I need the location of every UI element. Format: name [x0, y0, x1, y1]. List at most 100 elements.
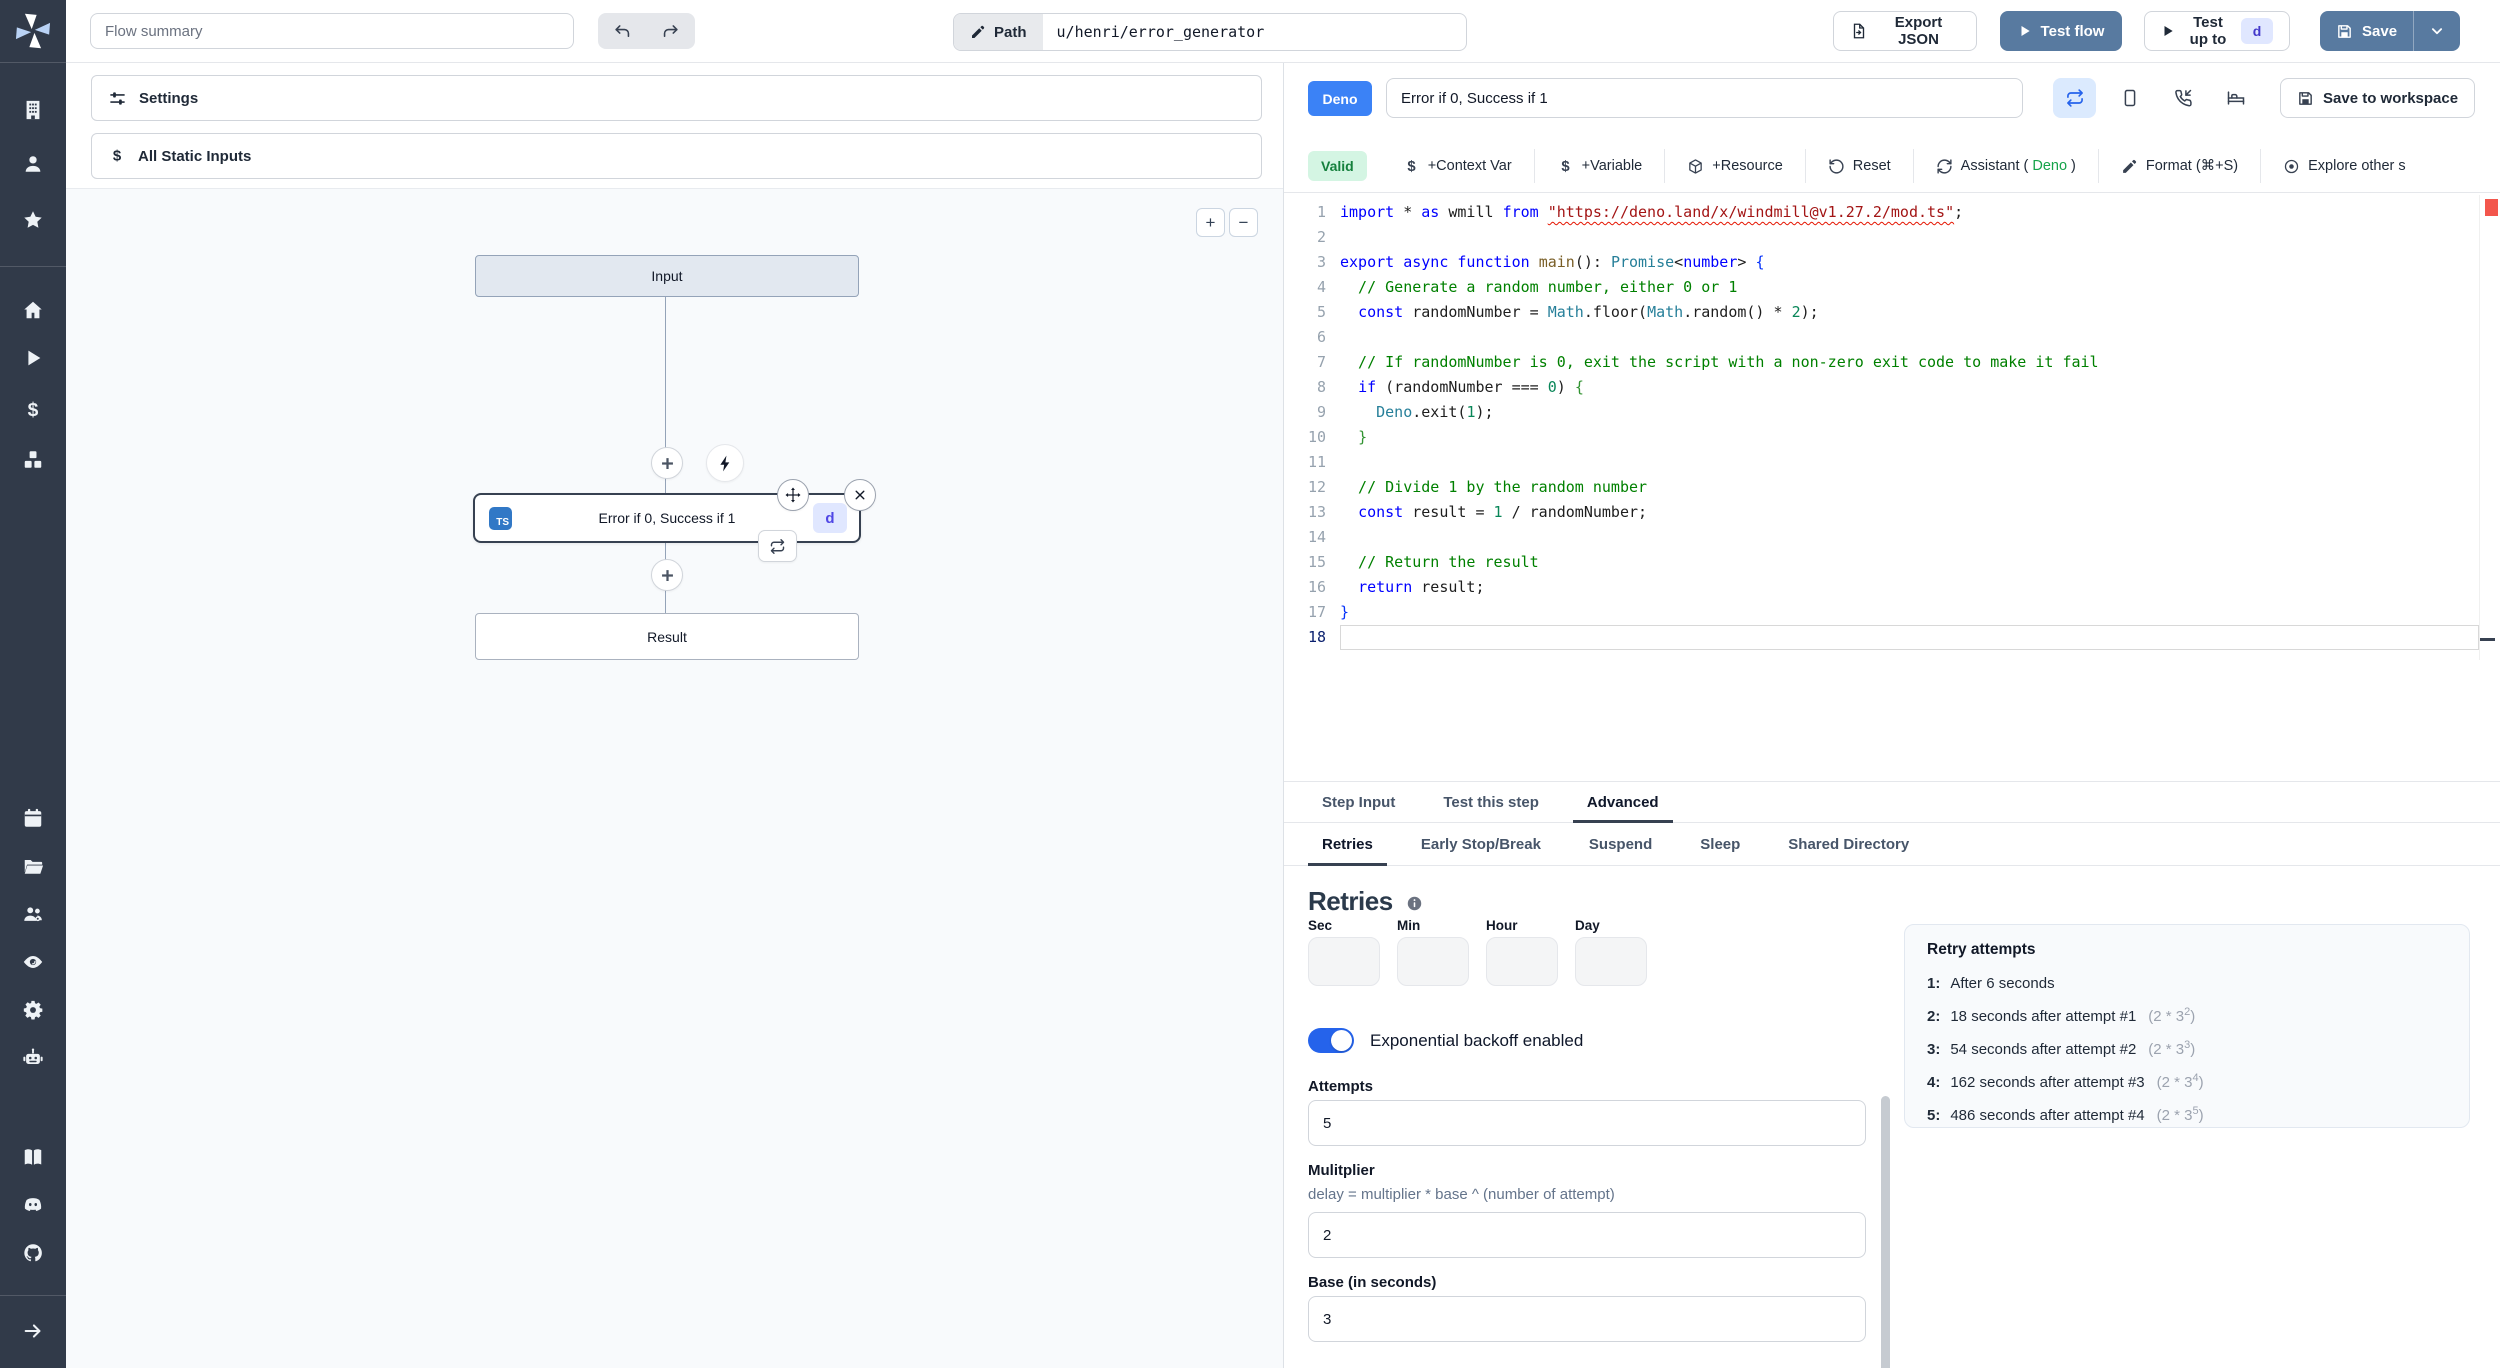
undo-button[interactable] — [598, 13, 647, 49]
toolbar-reset-button[interactable]: Reset — [1804, 149, 1913, 183]
subtab-suspend[interactable]: Suspend — [1575, 823, 1666, 865]
sidebar: $ — [0, 0, 66, 1368]
save-button[interactable]: Save — [2320, 11, 2414, 51]
retry-hour-input[interactable] — [1486, 937, 1558, 986]
sleep-shortcut-button[interactable] — [2214, 78, 2257, 118]
toolbar-add-context-var-button[interactable]: $ +Context Var — [1381, 149, 1534, 183]
typescript-badge: TS — [489, 506, 512, 530]
sidebar-item-groups[interactable] — [13, 894, 53, 934]
flow-canvas[interactable]: + − Input TS Error if 0, Success if 1 d — [66, 188, 1283, 1368]
tab-advanced[interactable]: Advanced — [1572, 782, 1673, 823]
subtab-shared-directory[interactable]: Shared Directory — [1774, 823, 1923, 865]
path-field[interactable]: Path u/henri/error_generator — [953, 13, 1467, 51]
all-static-inputs-button[interactable]: $ All Static Inputs — [91, 133, 1262, 179]
toolbar-format-button[interactable]: Format (⌘+S) — [2097, 149, 2260, 183]
line-number: 15 — [1307, 553, 1326, 571]
sidebar-item-docs[interactable] — [13, 1137, 53, 1177]
sidebar-item-schedules[interactable] — [13, 798, 53, 838]
play-icon — [22, 347, 44, 369]
zoom-out-button[interactable]: − — [1229, 208, 1258, 237]
dollar-icon: $ — [1557, 158, 1574, 175]
zoom-in-button[interactable]: + — [1196, 208, 1225, 237]
info-icon[interactable] — [1406, 895, 1423, 912]
tab-step-input[interactable]: Step Input — [1308, 782, 1409, 822]
sidebar-item-expand[interactable] — [13, 1311, 53, 1351]
sidebar-item-workspace[interactable] — [13, 90, 53, 130]
save-options-button[interactable] — [2413, 11, 2461, 51]
base-input[interactable] — [1308, 1296, 1866, 1342]
code-line: return result; — [1358, 578, 1485, 596]
target-icon — [2283, 158, 2300, 175]
save-icon — [2336, 23, 2353, 40]
flow-summary-input[interactable] — [90, 13, 574, 49]
subtab-retries[interactable]: Retries — [1308, 823, 1387, 866]
sidebar-item-workers[interactable] — [13, 1038, 53, 1078]
repeat-icon — [2065, 88, 2085, 108]
subtab-sleep[interactable]: Sleep — [1686, 823, 1754, 865]
code-line — [1340, 625, 2479, 650]
subtab-early-stop-break[interactable]: Early Stop/Break — [1407, 823, 1555, 865]
add-step-button-bottom[interactable] — [651, 559, 683, 591]
sidebar-item-favorites[interactable] — [13, 200, 53, 240]
sidebar-item-discord[interactable] — [13, 1185, 53, 1225]
attempts-input[interactable] — [1308, 1100, 1866, 1146]
scrollbar-thumb[interactable] — [1881, 1096, 1890, 1368]
package-icon — [1687, 158, 1704, 175]
input-node[interactable]: Input — [475, 255, 859, 297]
suspend-shortcut-button[interactable] — [2161, 78, 2204, 118]
retry-attempt-row: 5: 486 seconds after attempt #4 (2 * 35) — [1927, 1105, 2204, 1124]
retry-sec-input[interactable] — [1308, 937, 1380, 986]
sidebar-item-audit-logs[interactable] — [13, 942, 53, 982]
sidebar-item-github[interactable] — [13, 1233, 53, 1273]
sidebar-item-runs[interactable] — [13, 338, 53, 378]
plus-icon — [660, 456, 675, 471]
sidebar-item-folders[interactable] — [13, 846, 53, 886]
windmill-logo-icon[interactable] — [11, 9, 55, 53]
add-step-button-top[interactable] — [651, 447, 683, 479]
move-step-button[interactable] — [777, 479, 809, 511]
toolbar-explore-button[interactable]: Explore other s — [2260, 149, 2428, 183]
sidebar-item-variables[interactable]: $ — [13, 390, 53, 430]
code-line: // Generate a random number, either 0 or… — [1340, 278, 1738, 296]
sidebar-item-user[interactable] — [13, 144, 53, 184]
trigger-button[interactable] — [706, 444, 744, 482]
save-to-workspace-button[interactable]: Save to workspace — [2280, 78, 2476, 118]
retry-day-input[interactable] — [1575, 937, 1647, 986]
retries-title: Retries — [1308, 886, 1393, 916]
sidebar-item-settings[interactable] — [13, 990, 53, 1030]
line-number: 14 — [1307, 528, 1326, 546]
star-icon — [22, 209, 44, 231]
retry-attempt-row: 3: 54 seconds after attempt #2 (2 * 33) — [1927, 1039, 2196, 1058]
sidebar-item-home[interactable] — [13, 290, 53, 330]
delete-step-button[interactable] — [844, 479, 876, 511]
retry-attempt-row: 1: After 6 seconds — [1927, 975, 2055, 992]
reset-icon — [1828, 158, 1845, 175]
tab-test-this-step[interactable]: Test this step — [1429, 782, 1553, 822]
sidebar-item-resources[interactable] — [13, 440, 53, 480]
dollar-icon: $ — [108, 147, 126, 165]
svg-text:$: $ — [1407, 159, 1416, 175]
exponential-backoff-toggle[interactable] — [1308, 1028, 1354, 1053]
toolbar-add-resource-button[interactable]: +Resource — [1664, 149, 1805, 183]
test-flow-button[interactable]: Test flow — [2000, 11, 2122, 51]
test-up-to-button[interactable]: Test up to d — [2144, 11, 2290, 51]
retries-shortcut-button[interactable] — [2053, 78, 2096, 118]
code-line: // Divide 1 by the random number — [1340, 478, 1648, 496]
toolbar-add-variable-button[interactable]: $ +Variable — [1533, 149, 1665, 183]
early-stop-shortcut-button[interactable] — [2108, 78, 2151, 118]
discord-icon — [22, 1194, 44, 1216]
code-editor[interactable]: 1 2 3 4 5 6 7 8 9 10 11 12 13 14 15 16 17 18 import * as … — [1284, 195, 2500, 660]
folder-icon — [22, 855, 44, 877]
step-name-input[interactable] — [1386, 78, 2023, 118]
code-lines: import * as wmill from "https://deno.lan… — [1340, 200, 2479, 650]
retry-min-input[interactable] — [1397, 937, 1469, 986]
multiplier-input[interactable] — [1308, 1212, 1866, 1258]
redo-button[interactable] — [647, 13, 696, 49]
flow-settings-button[interactable]: Settings — [91, 75, 1262, 121]
export-json-button[interactable]: Export JSON — [1833, 11, 1977, 51]
result-node[interactable]: Result — [475, 613, 859, 660]
retry-indicator-button[interactable] — [758, 530, 797, 562]
toolbar-assistant-button[interactable]: Assistant (Deno) — [1912, 149, 2098, 183]
